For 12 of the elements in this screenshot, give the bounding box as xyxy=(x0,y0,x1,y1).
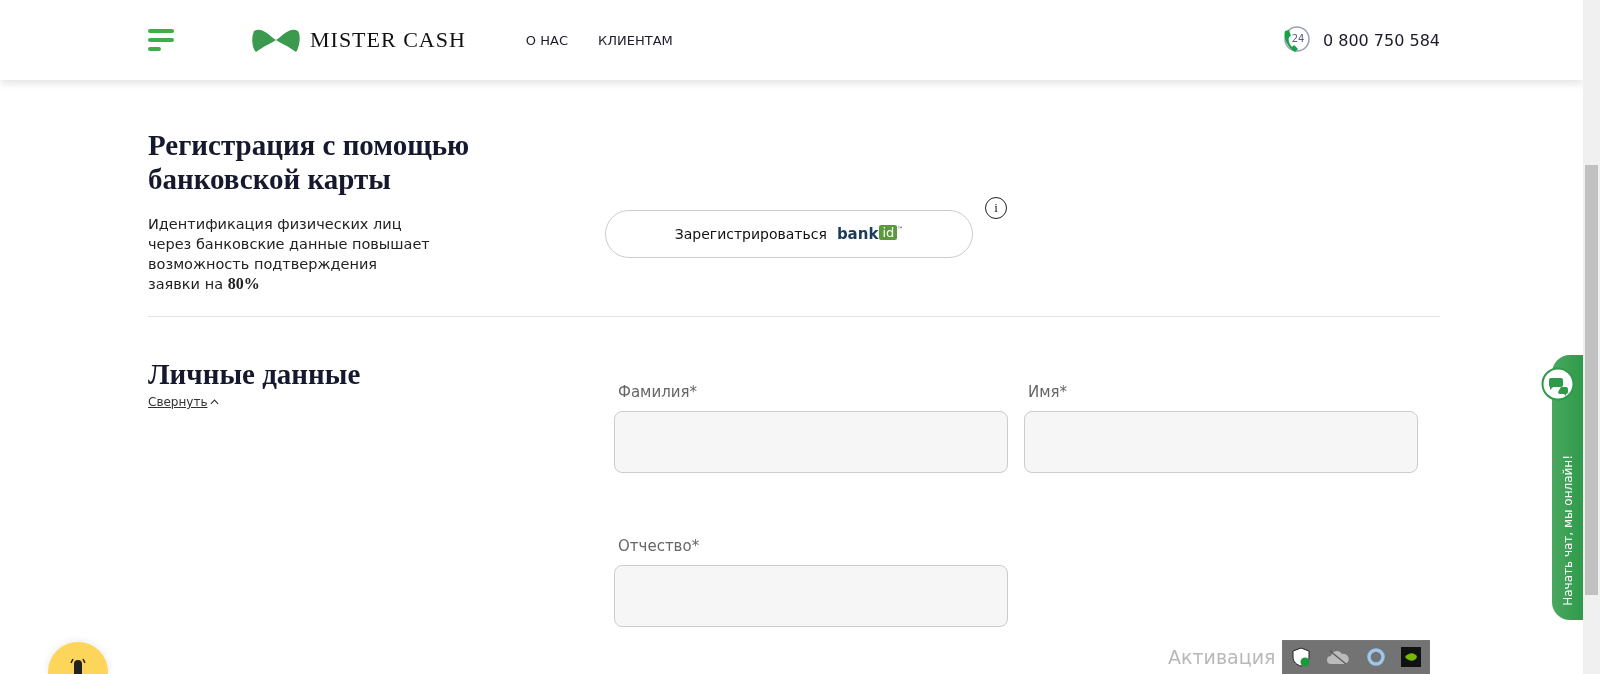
collapse-link[interactable]: Свернуть xyxy=(148,395,220,409)
field-label: Фамилия* xyxy=(617,383,699,401)
description-text: Идентификация физических лиц через банковские данные повышает возможность подтверждения заявки на 80% xyxy=(148,215,430,294)
nav-link[interactable]: О НАС xyxy=(525,32,568,48)
activation-watermark-text: Активация xyxy=(1168,646,1276,668)
phone-number[interactable]: 0 800 750 584 xyxy=(1322,30,1440,50)
nav-link[interactable]: КЛИЕНТАМ xyxy=(598,32,673,48)
section-title: Регистрация с помощью банковской карты xyxy=(148,128,471,196)
field-label: Отчество* xyxy=(617,537,701,555)
logo[interactable]: MISTER CASH xyxy=(252,27,466,53)
field-label: Имя* xyxy=(1027,383,1069,401)
section-title: Личные данные xyxy=(148,357,362,391)
